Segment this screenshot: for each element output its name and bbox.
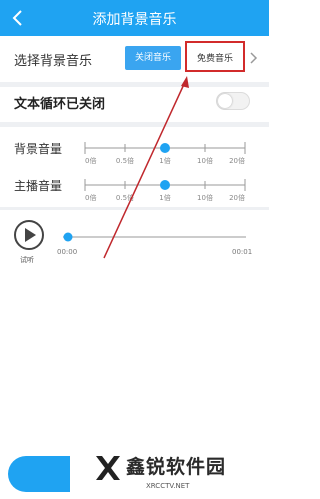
scale-label: 0倍 [85, 156, 96, 165]
background-volume-label: 背景音量 [14, 142, 63, 156]
free-music-button[interactable]: 免费音乐 [185, 41, 245, 72]
scale-label: 1倍 [159, 156, 170, 165]
host-volume-label: 主播音量 [14, 179, 63, 193]
slider-thumb [160, 143, 170, 153]
section-divider [0, 122, 269, 127]
scale-label: 10倍 [197, 156, 213, 165]
page-title: 添加背景音乐 [92, 12, 177, 28]
current-time: 00:00 [57, 248, 78, 256]
chevron-right-icon[interactable] [249, 52, 259, 64]
music-select-label: 选择背景音乐 [14, 54, 93, 69]
watermark-logo-icon [96, 456, 120, 480]
slider-thumb [160, 180, 170, 190]
scale-label: 1倍 [159, 193, 170, 202]
watermark-url: XRCCTV.NET [146, 482, 190, 490]
scale-label: 0.5倍 [116, 193, 134, 202]
host-volume-slider[interactable]: 0倍 0.5倍 1倍 10倍 20倍 [80, 175, 250, 205]
total-time: 00:01 [232, 248, 253, 256]
toggle-knob [218, 94, 232, 108]
progress-thumb [63, 232, 73, 242]
scale-label: 20倍 [229, 193, 245, 202]
scale-label: 0倍 [85, 193, 96, 202]
background-volume-slider[interactable]: 0倍 0.5倍 1倍 10倍 20倍 [80, 138, 250, 168]
loop-label: 文本循环已关闭 [14, 97, 106, 112]
bottom-action-button[interactable] [8, 456, 70, 492]
header-bar: 添加背景音乐 [0, 0, 269, 36]
scale-label: 0.5倍 [116, 156, 134, 165]
loop-toggle[interactable] [216, 92, 250, 110]
play-button[interactable] [14, 220, 44, 250]
preview-label: 试听 [20, 256, 34, 264]
watermark-brand: 鑫锐软件园 [126, 456, 227, 478]
scale-label: 20倍 [229, 156, 245, 165]
section-divider [0, 207, 269, 210]
play-icon [25, 228, 36, 242]
scale-label: 10倍 [197, 193, 213, 202]
free-music-label: 免费音乐 [196, 54, 233, 64]
playback-progress-bar[interactable] [58, 230, 250, 244]
close-music-button[interactable]: 关闭音乐 [125, 46, 181, 70]
